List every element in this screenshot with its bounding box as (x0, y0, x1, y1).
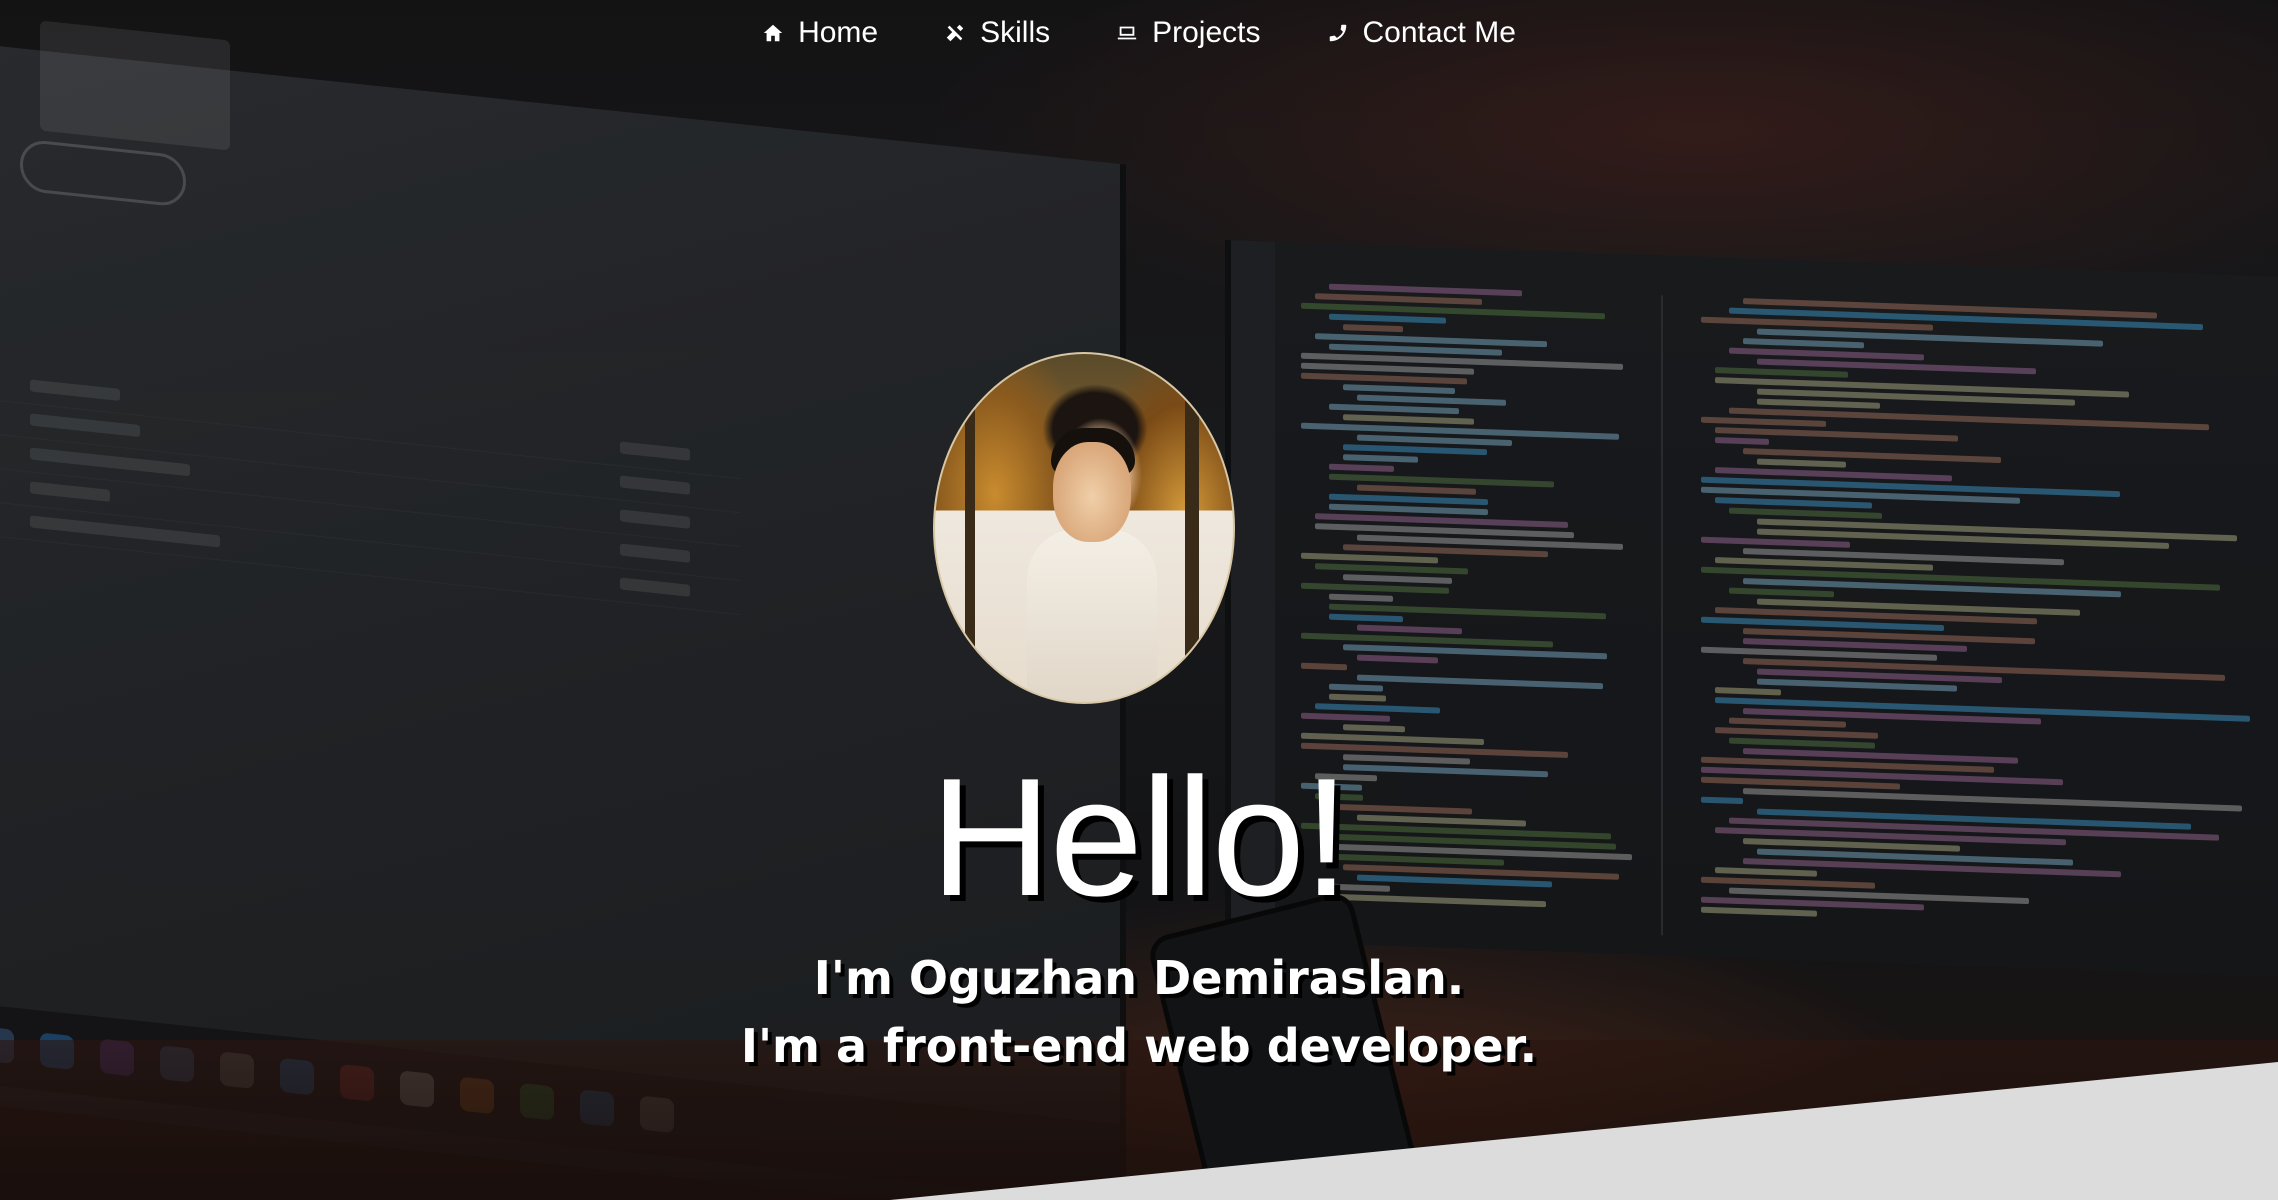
nav-home-link[interactable]: Home (762, 16, 878, 50)
tools-icon (946, 24, 964, 42)
main-navigation: Home Skills Projects Contact Me (0, 0, 2278, 66)
hero-greeting: Hello! (930, 743, 1350, 931)
nav-projects-label: Projects (1152, 16, 1261, 49)
nav-home-label: Home (798, 16, 879, 49)
hero-intro-name: I'm Oguzhan Demiraslan. (813, 951, 1465, 1005)
laptop-icon (1117, 26, 1137, 40)
nav-projects-link[interactable]: Projects (1116, 16, 1261, 50)
hero-intro-role: I'm a front-end web developer. (740, 1019, 1538, 1073)
nav-skills-link[interactable]: Skills (944, 16, 1050, 50)
phone-icon (1329, 24, 1346, 42)
nav-contact-label: Contact Me (1362, 16, 1516, 49)
profile-avatar (933, 352, 1235, 704)
nav-contact-link[interactable]: Contact Me (1327, 16, 1516, 50)
hero-section: Home Skills Projects Contact Me Hello! I… (0, 0, 2278, 1200)
nav-skills-label: Skills (980, 16, 1051, 49)
home-icon (763, 24, 783, 42)
